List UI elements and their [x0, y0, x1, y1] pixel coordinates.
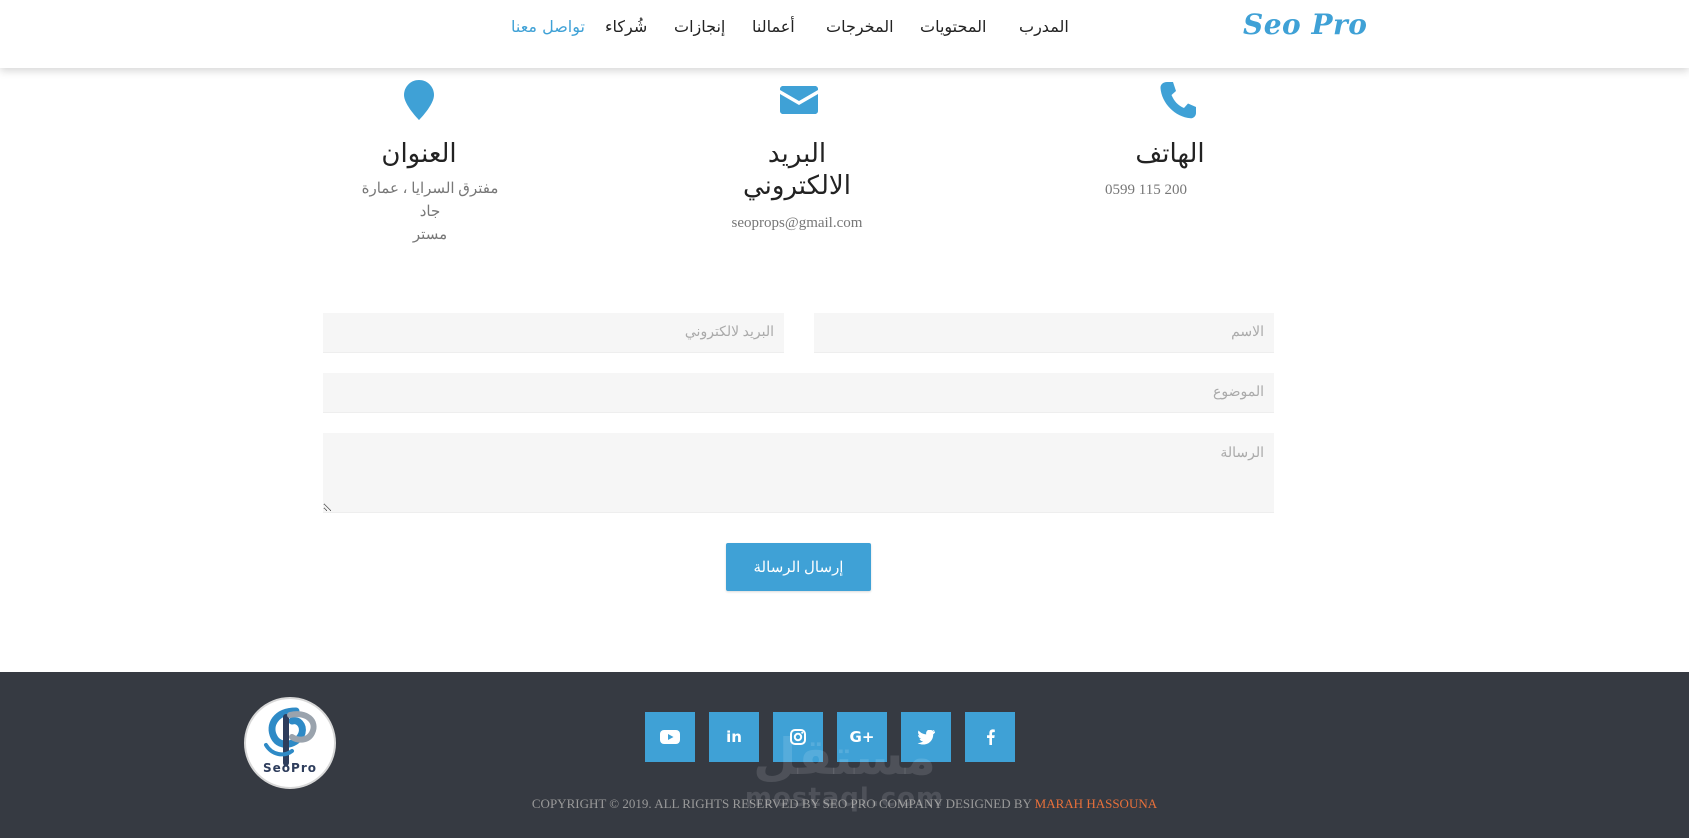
- message-textarea[interactable]: [323, 433, 1274, 513]
- envelope-icon: [780, 86, 818, 118]
- instagram-button[interactable]: [773, 712, 823, 762]
- email-title-line1: البريد: [767, 139, 827, 169]
- brand-logo[interactable]: Seo Pro: [1243, 8, 1367, 41]
- copyright-line: COPYRIGHT © 2019. ALL RIGHTS RESERVED BY…: [0, 796, 1689, 812]
- phone-value: 0599 115 200: [1105, 182, 1187, 198]
- email-value: seoprops@gmail.com: [731, 215, 863, 231]
- google-plus-icon: G+: [849, 728, 875, 746]
- footer-logo-text: SeoPro: [263, 761, 317, 775]
- address-line1: مفترق السرايا ، عمارة جاد: [361, 181, 499, 220]
- phone-title: الهاتف: [1135, 139, 1205, 169]
- linkedin-button[interactable]: in: [709, 712, 759, 762]
- phone-icon: [1159, 80, 1197, 124]
- seopro-emblem-icon: [264, 707, 317, 766]
- instagram-icon: [790, 729, 806, 745]
- youtube-button[interactable]: [645, 712, 695, 762]
- nav-item-contact[interactable]: تواصل معنا: [511, 17, 585, 36]
- nav-item-works[interactable]: أعمالنا: [752, 17, 795, 36]
- subject-input[interactable]: [323, 373, 1274, 413]
- youtube-icon: [660, 730, 680, 744]
- twitter-icon: [917, 729, 935, 745]
- nav-item-contents[interactable]: المحتويات: [920, 17, 986, 36]
- address-info: العنوان مفترق السرايا ، عمارة جاد مستر: [329, 138, 509, 247]
- designer-link[interactable]: MARAH HASSOUNA: [1035, 796, 1157, 811]
- phone-info: الهاتف 0599 115 200: [1105, 138, 1235, 202]
- name-input[interactable]: [814, 313, 1274, 353]
- email-info: البريد الالكتروني seoprops@gmail.com: [697, 138, 897, 235]
- google-plus-button[interactable]: G+: [837, 712, 887, 762]
- nav-item-outputs[interactable]: المخرجات: [826, 17, 894, 36]
- twitter-button[interactable]: [901, 712, 951, 762]
- email-input[interactable]: [323, 313, 784, 353]
- nav-item-partners[interactable]: شُركاء: [605, 17, 647, 36]
- top-navbar: Seo Pro المدرب المحتويات المخرجات أعمالن…: [0, 0, 1689, 68]
- email-title-line2: الالكتروني: [743, 171, 851, 201]
- facebook-icon: [986, 729, 995, 745]
- facebook-button[interactable]: [965, 712, 1015, 762]
- footer-logo[interactable]: SeoPro: [244, 697, 336, 789]
- linkedin-icon: in: [726, 728, 742, 746]
- copyright-text: COPYRIGHT © 2019. ALL RIGHTS RESERVED BY…: [531, 796, 1032, 811]
- nav-item-trainer[interactable]: المدرب: [1019, 17, 1069, 36]
- map-marker-icon: [404, 80, 434, 124]
- nav-item-achievements[interactable]: إنجازات: [674, 17, 725, 36]
- send-message-button[interactable]: إرسال الرسالة: [726, 543, 871, 591]
- address-title: العنوان: [381, 139, 457, 169]
- address-line2: مستر: [412, 227, 448, 243]
